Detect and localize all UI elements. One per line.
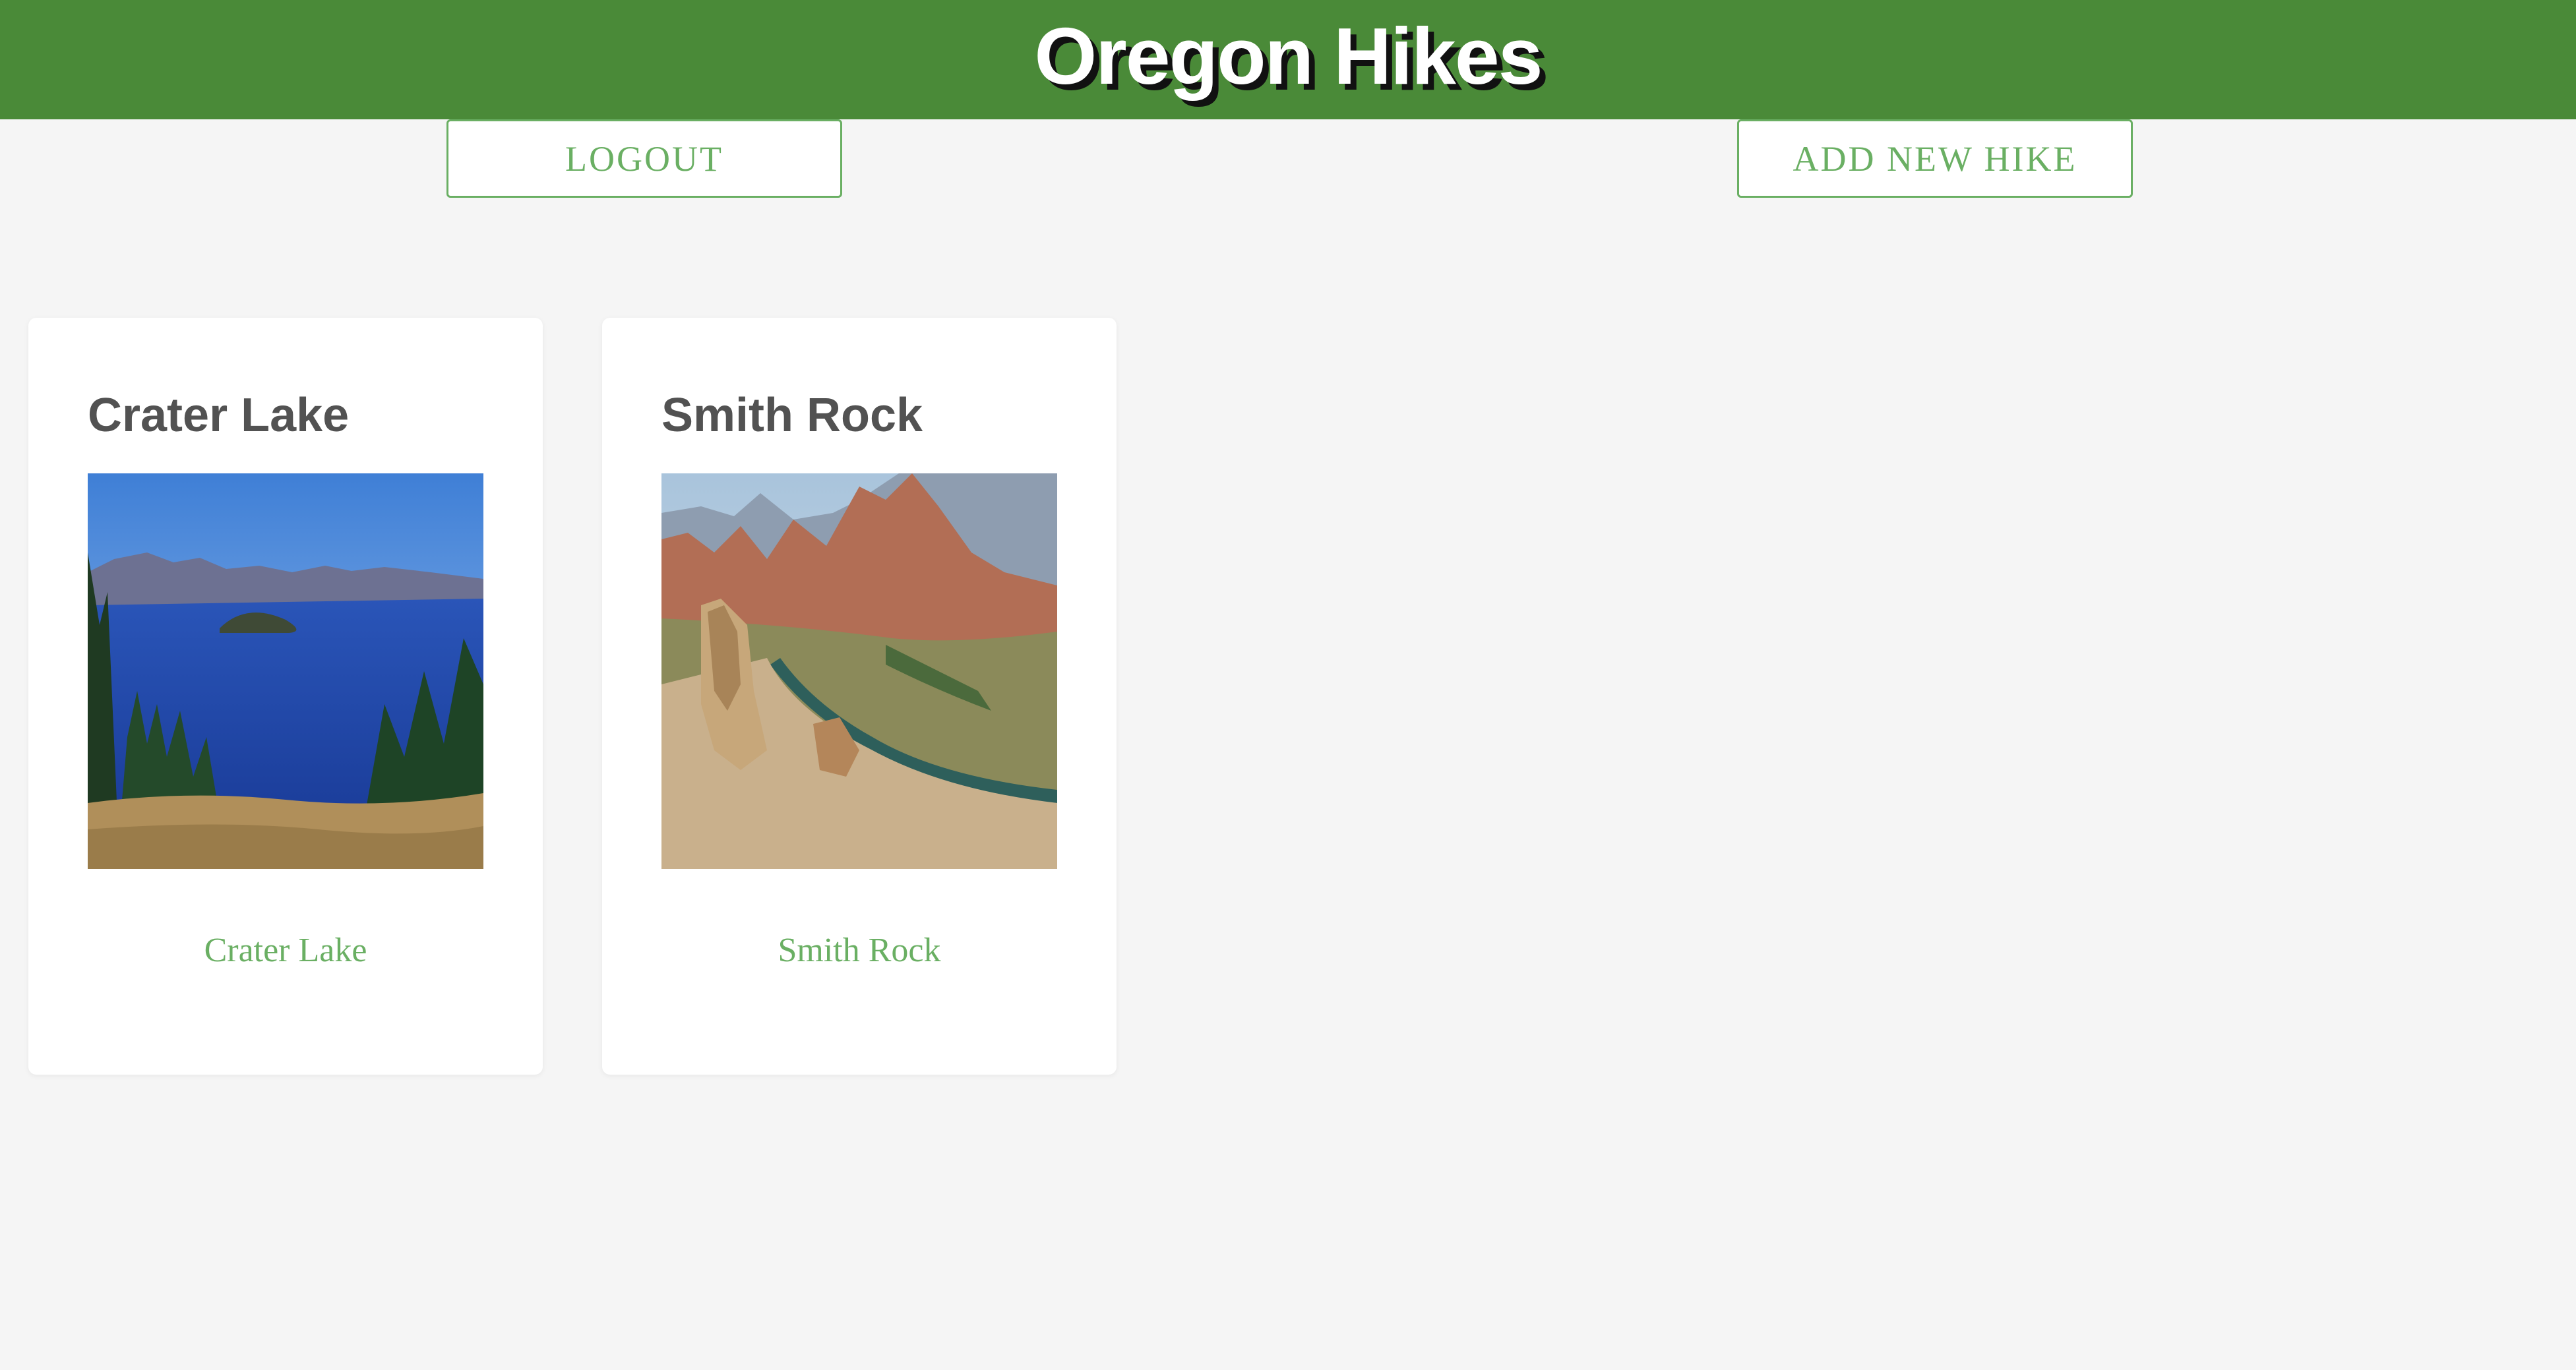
hike-card-link[interactable]: Crater Lake	[28, 934, 543, 968]
crater-lake-photo	[88, 473, 483, 869]
hike-card-title: Crater Lake	[88, 389, 350, 442]
page-title: Oregon Hikes	[1034, 11, 1543, 101]
hike-card-title: Smith Rock	[661, 389, 923, 442]
hike-card: Crater Lake Crater Lake	[28, 318, 543, 1075]
logout-button[interactable]: LOGOUT	[446, 119, 842, 198]
add-new-hike-button[interactable]: ADD NEW HIKE	[1737, 119, 2133, 198]
site-header: Oregon Hikes	[0, 0, 2576, 119]
hike-card: Smith Rock Smith Rock	[602, 318, 1117, 1075]
hike-card-link[interactable]: Smith Rock	[602, 934, 1117, 968]
smith-rock-photo	[661, 473, 1057, 869]
